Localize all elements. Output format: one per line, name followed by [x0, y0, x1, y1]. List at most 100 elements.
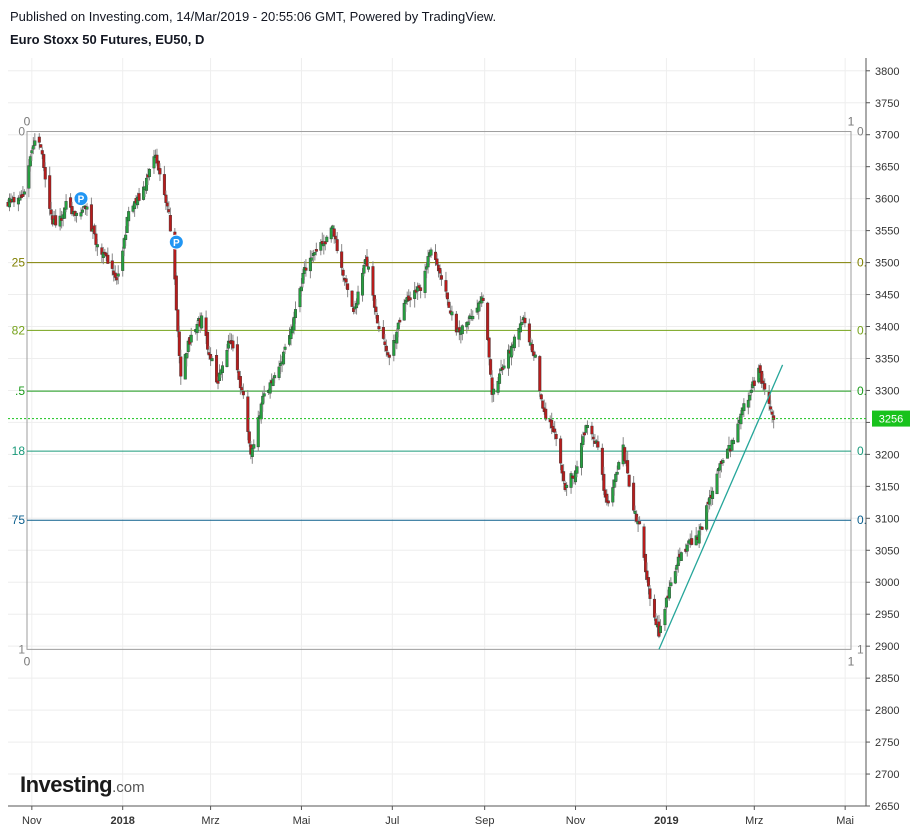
candle-down: [761, 380, 765, 384]
candle-up: [124, 234, 128, 240]
candle-down: [179, 356, 183, 377]
candle-up: [749, 389, 753, 393]
candle-up: [633, 511, 637, 514]
logo-suffix: .com: [112, 779, 145, 796]
candle-down: [434, 251, 438, 260]
candle-down: [544, 408, 548, 420]
candle-down: [554, 434, 558, 440]
candle-up: [64, 201, 68, 210]
fib-level-left-label: 18: [12, 444, 26, 458]
candle-down: [635, 513, 639, 522]
candle-down: [582, 432, 586, 436]
candle-down: [642, 526, 646, 558]
y-tick-label: 2750: [875, 737, 899, 749]
fib-level-left-label: 25: [12, 256, 26, 270]
candle-down: [591, 436, 595, 440]
candle-down: [167, 209, 171, 213]
candle-down: [419, 287, 423, 291]
candle-up: [611, 487, 615, 503]
candle-up: [301, 272, 305, 284]
candle-down: [652, 598, 656, 618]
candle-down: [627, 474, 631, 487]
candle-up: [250, 447, 254, 457]
price-axis: 3800 3750 3700 3650 3600 3550 3500 3450 3400 3350…: [8, 58, 910, 813]
candle-up: [18, 197, 22, 201]
x-tick-label: Mai: [836, 815, 854, 827]
candle-down: [632, 482, 636, 511]
candle-down: [752, 380, 756, 386]
candle-up: [736, 423, 740, 443]
y-tick-label: 3000: [875, 577, 899, 589]
candle-up: [423, 270, 427, 293]
x-tick-label: Jul: [385, 815, 399, 827]
y-tick-label: 3100: [875, 513, 899, 525]
candle-up: [282, 351, 286, 365]
candle-up: [252, 444, 256, 449]
candle-down: [165, 202, 169, 207]
y-tick-label: 2650: [875, 801, 899, 813]
candle-down: [12, 197, 16, 203]
candle-up: [271, 378, 275, 386]
candle-up: [708, 497, 712, 505]
candle-down: [113, 272, 117, 278]
candle-up: [575, 466, 579, 474]
x-tick-label: Mrz: [745, 815, 763, 827]
candle-up: [498, 373, 502, 384]
candle-down: [334, 235, 338, 240]
x-tick-label: Mai: [293, 815, 311, 827]
candle-up: [466, 321, 470, 326]
y-tick-label: 3400: [875, 322, 899, 334]
candle-down: [489, 359, 493, 375]
candle-up: [33, 140, 37, 146]
candle-up: [366, 266, 370, 270]
candle-up: [748, 394, 752, 401]
candle-up: [273, 375, 277, 379]
candle-down: [69, 197, 73, 208]
candle-up: [152, 156, 156, 169]
candle-down: [341, 269, 345, 276]
candle-up: [31, 145, 35, 150]
candle-up: [471, 315, 475, 320]
candle-up: [121, 250, 125, 271]
candle-up: [565, 484, 569, 488]
y-tick-label: 2950: [875, 609, 899, 621]
candle-up: [725, 448, 729, 459]
candle-down: [539, 394, 543, 400]
candle-down: [177, 331, 181, 356]
logo-brand: Investing: [20, 772, 113, 797]
candle-up: [676, 556, 680, 566]
candle-down: [770, 411, 774, 415]
candle-down: [176, 309, 180, 332]
candle-up: [145, 177, 149, 191]
candle-up: [664, 597, 668, 608]
candle-up: [673, 571, 677, 584]
trendline: [658, 364, 784, 650]
y-tick-label: 3750: [875, 98, 899, 110]
candle-up: [256, 417, 260, 448]
candle-down: [54, 215, 58, 226]
candle-up: [663, 609, 667, 626]
candle-down: [164, 194, 168, 203]
candle-up: [669, 582, 673, 587]
candle-up: [75, 212, 79, 216]
candle-down: [553, 428, 557, 433]
candle-down: [304, 267, 308, 271]
candle-down: [384, 345, 388, 352]
candlestick-chart[interactable]: 0 025 0.82 0..5 0.18 0.75 0.1 10 10 1 PP 38003750…: [0, 0, 911, 833]
candle-up: [715, 473, 719, 495]
candle-up: [667, 586, 671, 599]
y-tick-label: 3050: [875, 545, 899, 557]
candle-up: [492, 388, 496, 395]
p-marker-label: P: [173, 238, 180, 249]
candle-up: [127, 211, 131, 222]
candle-up: [658, 625, 662, 634]
y-tick-label: 3550: [875, 226, 899, 238]
candle-down: [606, 500, 610, 504]
candle-down: [375, 315, 379, 324]
fib-corner-label: 1: [848, 654, 855, 668]
candle-up: [325, 236, 329, 243]
candle-up: [426, 256, 430, 268]
candle-up: [705, 505, 709, 530]
candle-down: [335, 239, 339, 252]
y-tick-label: 2800: [875, 705, 899, 717]
